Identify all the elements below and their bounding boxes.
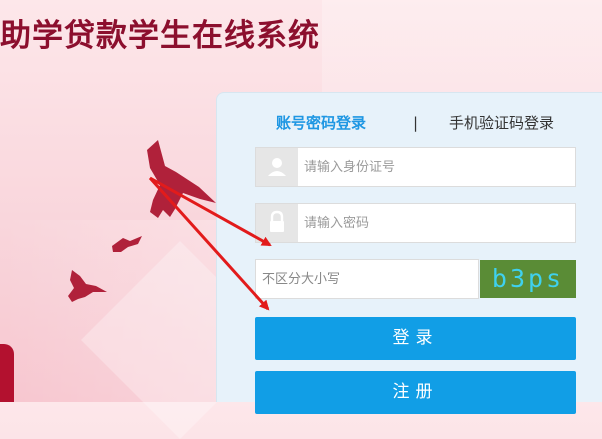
page-title: 助学贷款学生在线系统: [0, 18, 320, 54]
tab-separator: |: [413, 114, 419, 132]
password-input[interactable]: [304, 204, 564, 242]
bird-large: [147, 140, 216, 218]
tab-account-login[interactable]: 账号密码登录: [276, 114, 366, 132]
tab-phone-login[interactable]: 手机验证码登录: [449, 114, 554, 132]
lock-icon: [256, 204, 298, 242]
captcha-image[interactable]: b3ps: [480, 260, 576, 298]
captcha-input[interactable]: [255, 259, 479, 299]
login-button[interactable]: 登录: [255, 317, 576, 360]
captcha-row: b3ps: [255, 259, 576, 299]
password-field: [255, 203, 576, 243]
red-decoration: [0, 344, 14, 402]
user-icon: [256, 148, 298, 186]
login-panel: 账号密码登录 | 手机验证码登录 b3ps 登录 注册: [216, 92, 602, 414]
id-number-field: [255, 147, 576, 187]
register-button[interactable]: 注册: [255, 371, 576, 414]
id-number-input[interactable]: [304, 148, 564, 186]
